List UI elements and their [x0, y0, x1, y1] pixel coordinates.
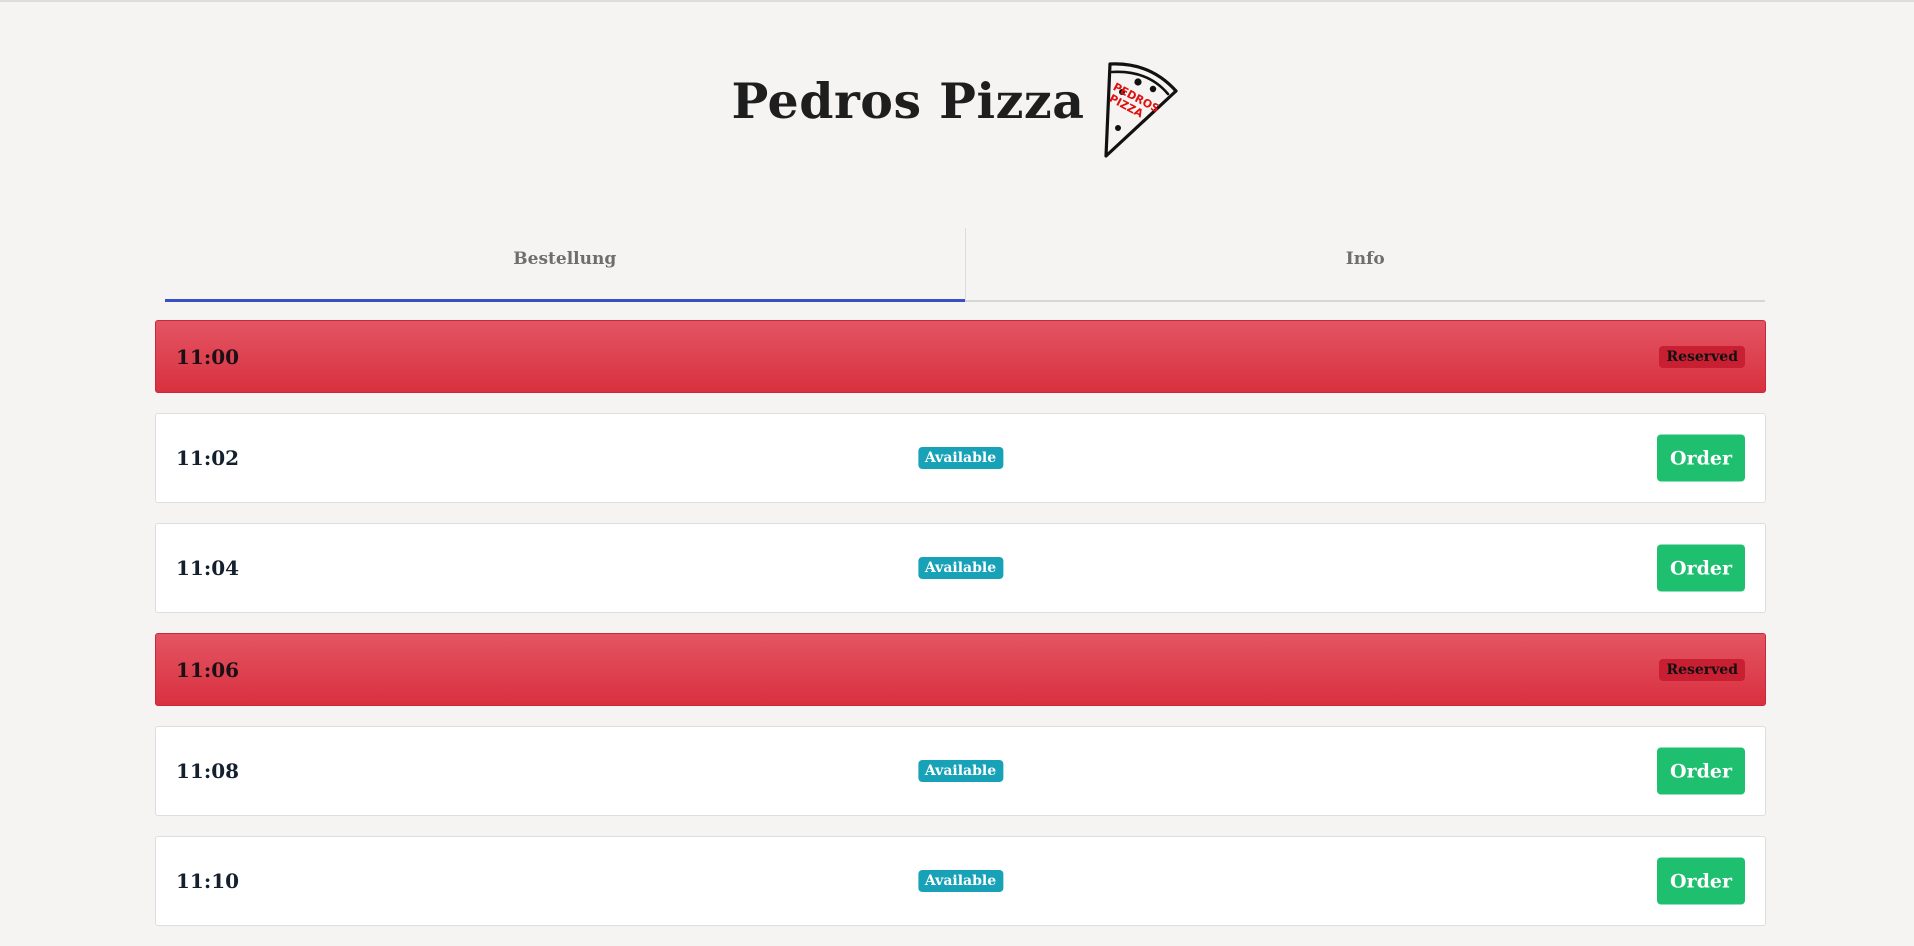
page-header: Pedros Pizza PEDROS PIZZA — [0, 50, 1914, 170]
slot-time: 11:06 — [176, 657, 240, 682]
order-button[interactable]: Order — [1657, 747, 1745, 795]
slot-time: 11:04 — [176, 556, 240, 580]
slot-time: 11:10 — [176, 869, 240, 893]
available-badge: Available — [917, 447, 1004, 469]
time-slot-row: 11:04 Available Order — [155, 523, 1766, 613]
available-badge: Available — [917, 760, 1004, 782]
tab-info[interactable]: Info — [964, 228, 1766, 300]
time-slot-row: 11:02 Available Order — [155, 413, 1766, 503]
time-slot-list: 11:00 Reserved 11:02 Available Order 11:… — [155, 320, 1766, 946]
available-badge: Available — [917, 870, 1004, 892]
top-border — [0, 0, 1914, 2]
slot-time: 11:00 — [176, 344, 240, 369]
time-slot-row: 11:06 Reserved — [155, 633, 1766, 706]
pizza-slice-logo-icon: PEDROS PIZZA — [1104, 61, 1179, 158]
reserved-badge: Reserved — [1659, 345, 1745, 368]
tab-bar: Bestellung Info — [165, 228, 1765, 302]
order-button[interactable]: Order — [1657, 857, 1745, 905]
time-slot-row: 11:00 Reserved — [155, 320, 1766, 393]
brand-title: Pedros Pizza — [731, 72, 1085, 130]
reserved-badge: Reserved — [1659, 658, 1745, 681]
slot-time: 11:02 — [176, 446, 240, 470]
available-badge: Available — [917, 557, 1004, 579]
slot-time: 11:08 — [176, 759, 240, 783]
time-slot-row: 11:10 Available Order — [155, 836, 1766, 926]
order-button[interactable]: Order — [1657, 544, 1745, 592]
order-button[interactable]: Order — [1657, 434, 1745, 482]
tab-bestellung[interactable]: Bestellung — [165, 228, 965, 302]
time-slot-row: 11:08 Available Order — [155, 726, 1766, 816]
